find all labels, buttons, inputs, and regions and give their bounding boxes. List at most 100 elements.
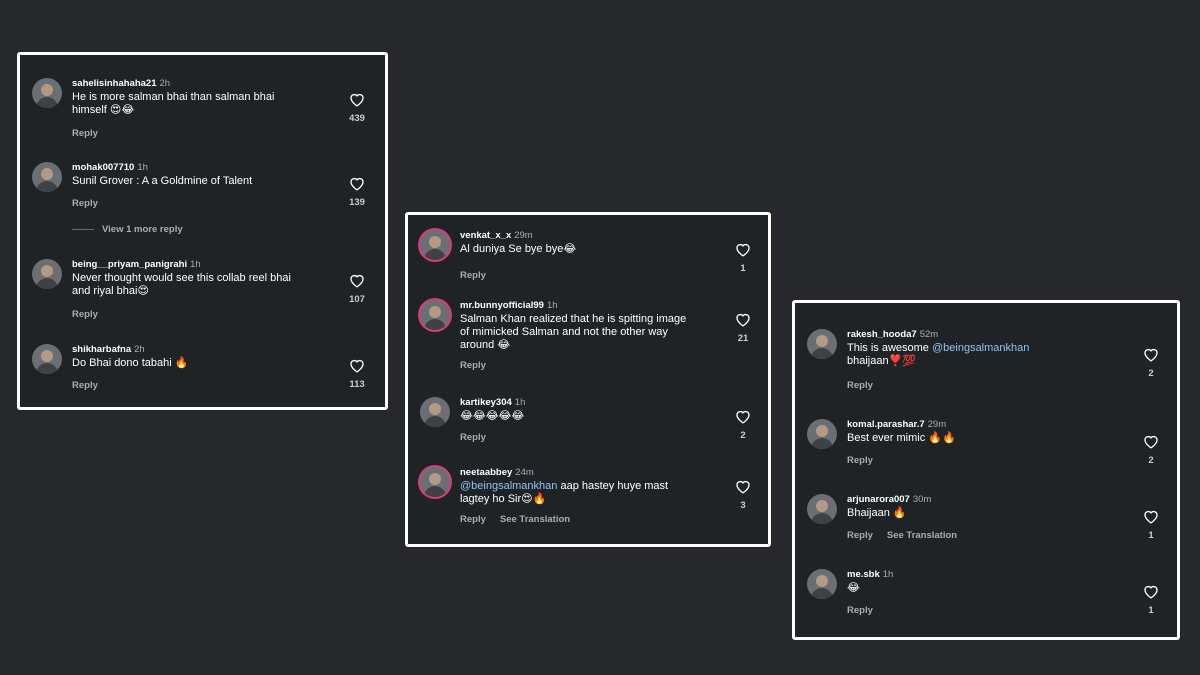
comment-meta: kartikey304 1h [460,397,525,408]
see-translation-button[interactable]: See Translation [500,514,570,525]
comment-text: Al duniya Se bye bye😂 [460,243,577,255]
reply-button[interactable]: Reply [72,128,98,139]
like-count: 2 [740,430,746,441]
heart-outline-icon[interactable] [735,242,751,257]
like-control: 439 [342,92,372,124]
user-avatar[interactable] [420,300,450,330]
comment-item: mohak007710 1h Sunil Grover : A a Goldmin… [20,162,385,235]
heart-outline-icon[interactable] [349,358,365,373]
comment-text: 😂 [847,582,860,594]
heart-outline-icon[interactable] [1143,434,1159,449]
username[interactable]: mr.bunnyofficial99 [460,300,544,311]
user-avatar[interactable] [420,467,450,497]
user-avatar[interactable] [32,344,62,374]
like-count: 1 [1148,530,1154,541]
comment-meta: shikharbafna 2h [72,344,145,355]
heart-outline-icon[interactable] [349,176,365,191]
reply-button[interactable]: Reply [847,380,873,391]
username[interactable]: arjunarora007 [847,494,910,505]
comment-item: mr.bunnyofficial99 1h Salman Khan realize… [408,300,768,371]
comment-text: 😂😂😂😂😂 [460,410,525,422]
reply-button[interactable]: Reply [460,360,486,371]
comment-item: sahelisinhahaha21 2h He is more salman bh… [20,78,385,139]
comment-text-body: This is awesome [847,342,932,354]
comment-text: Salman Khan realized that he is spitting… [460,313,687,351]
username[interactable]: shikharbafna [72,344,131,355]
user-avatar[interactable] [420,397,450,427]
comment-text: Never thought would see this collab reel… [72,272,291,297]
username[interactable]: sahelisinhahaha21 [72,78,156,89]
reply-button[interactable]: Reply [460,514,486,525]
comment-meta: me.sbk 1h [847,569,893,580]
reply-button[interactable]: Reply [72,198,98,209]
reply-button[interactable]: Reply [847,605,873,616]
heart-outline-icon[interactable] [735,479,751,494]
comment-meta: arjunarora007 30m [847,494,931,505]
like-count: 113 [349,379,365,390]
timestamp: 24m [515,467,534,478]
username[interactable]: rakesh_hooda7 [847,329,917,340]
heart-outline-icon[interactable] [349,273,365,288]
user-avatar[interactable] [807,494,837,524]
timestamp: 52m [919,329,939,340]
like-control: 1 [1136,584,1166,616]
like-count: 439 [349,113,365,124]
user-avatar[interactable] [32,78,62,108]
comment-meta: rakesh_hooda7 52m [847,329,938,340]
heart-outline-icon[interactable] [735,312,751,327]
view-more-replies[interactable]: View 1 more reply [72,224,183,235]
reply-button[interactable]: Reply [847,530,873,541]
username[interactable]: me.sbk [847,569,880,580]
user-avatar[interactable] [807,419,837,449]
reply-button[interactable]: Reply [460,432,486,443]
timestamp: 1h [546,300,558,311]
comment-text: Sunil Grover : A a Goldmine of Talent [72,175,253,187]
like-control: 21 [728,312,758,344]
heart-outline-icon[interactable] [1143,509,1159,524]
comments-panel-right: rakesh_hooda7 52m This is awesome @beings… [792,300,1180,640]
user-avatar[interactable] [32,259,62,289]
comment-item: rakesh_hooda7 52m This is awesome @beings… [795,329,1177,391]
comment-actions: Reply [460,270,486,281]
comment-actions: Reply [72,198,98,209]
user-avatar[interactable] [807,329,837,359]
username[interactable]: being__priyam_panigrahi [72,259,187,270]
reply-button[interactable]: Reply [72,309,98,320]
view-more-replies-label: View 1 more reply [102,224,183,235]
comment-meta: sahelisinhahaha21 2h [72,78,170,89]
username[interactable]: mohak007710 [72,162,134,173]
heart-outline-icon[interactable] [1143,584,1159,599]
username[interactable]: venkat_x_x [460,230,511,241]
username[interactable]: komal.parashar.7 [847,419,925,430]
username[interactable]: neetaabbey [460,467,512,478]
see-translation-button[interactable]: See Translation [887,530,957,541]
reply-button[interactable]: Reply [847,455,873,466]
heart-outline-icon[interactable] [735,409,751,424]
like-control: 139 [342,176,372,208]
reply-button[interactable]: Reply [72,380,98,391]
mention-link[interactable]: @beingsalmankhan [460,480,557,492]
like-control: 3 [728,479,758,511]
user-avatar[interactable] [807,569,837,599]
heart-outline-icon[interactable] [349,92,365,107]
like-control: 107 [342,273,372,305]
comment-actions: Reply [72,128,98,139]
mention-link[interactable]: @beingsalmankhan [932,342,1029,354]
comment-text: Do Bhai dono tabahi 🔥 [72,357,189,369]
comment-item: me.sbk 1h 😂 Reply 1 [795,569,1177,629]
username[interactable]: kartikey304 [460,397,512,408]
comment-item: neetaabbey 24m @beingsalmankhan aap haste… [408,467,768,527]
timestamp: 29m [514,230,533,241]
user-avatar[interactable] [420,230,450,260]
like-count: 1 [740,263,746,274]
comment-actions: Reply [72,309,98,320]
comment-item: venkat_x_x 29m Al duniya Se bye bye😂 Repl… [408,230,768,290]
heart-outline-icon[interactable] [1143,347,1159,362]
like-count: 107 [349,294,365,305]
reply-button[interactable]: Reply [460,270,486,281]
user-avatar[interactable] [32,162,62,192]
comment-meta: venkat_x_x 29m [460,230,533,241]
comment-text: Bhaijaan 🔥 [847,507,907,519]
comment-meta: mr.bunnyofficial99 1h [460,300,558,311]
like-control: 2 [1136,434,1166,466]
